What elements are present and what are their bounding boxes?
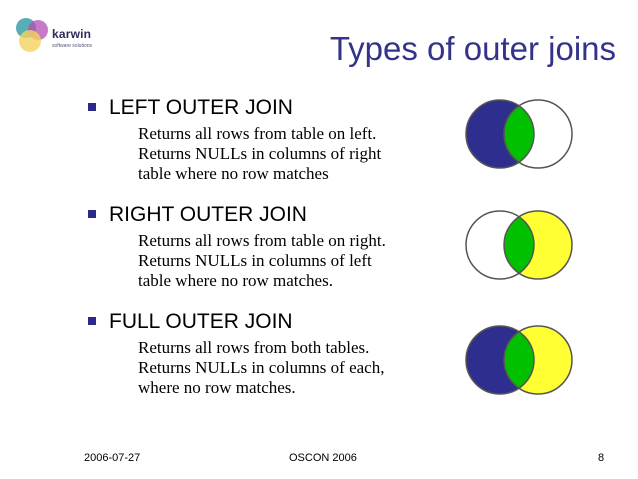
slide-title: Types of outer joins (329, 30, 616, 67)
item-right-outer-join: RIGHT OUTER JOIN Returns all rows from t… (88, 202, 468, 291)
logo: karwin software solutions (14, 14, 114, 56)
footer-page-number: 8 (598, 452, 605, 464)
description-line: Returns all rows from table on right. (138, 231, 386, 250)
bullet-icon (88, 103, 96, 111)
description-line: Returns NULLs in columns of each, (138, 358, 385, 377)
description-line: Returns all rows from both tables. (138, 338, 370, 357)
description-line: Returns NULLs in columns of left (138, 251, 372, 270)
description-line: Returns NULLs in columns of right (138, 144, 382, 163)
bullet-icon (88, 317, 96, 325)
description-line: Returns all rows from table on left. (138, 124, 377, 143)
description-line: table where no row matches. (138, 271, 333, 290)
venn-right-join-icon (462, 207, 578, 283)
venn-full-join-icon (462, 322, 578, 398)
venn-left-join-icon (462, 96, 578, 172)
logo-name: karwin (52, 27, 92, 41)
item-description: Returns all rows from table on left. Ret… (138, 124, 468, 184)
logo-tagline: software solutions (52, 43, 93, 49)
item-heading: LEFT OUTER JOIN (109, 96, 293, 119)
item-heading-row: LEFT OUTER JOIN (88, 95, 468, 121)
footer-event: OSCON 2006 (289, 452, 357, 464)
item-description: Returns all rows from table on right. Re… (138, 231, 468, 291)
item-description: Returns all rows from both tables. Retur… (138, 338, 468, 398)
description-line: table where no row matches (138, 164, 329, 183)
description-line: where no row matches. (138, 378, 296, 397)
item-left-outer-join: LEFT OUTER JOIN Returns all rows from ta… (88, 95, 468, 184)
item-full-outer-join: FULL OUTER JOIN Returns all rows from bo… (88, 309, 468, 398)
bullet-icon (88, 210, 96, 218)
footer-date: 2006-07-27 (84, 452, 141, 464)
item-heading-row: RIGHT OUTER JOIN (88, 202, 468, 228)
logo-circles-icon (16, 18, 48, 52)
item-heading-row: FULL OUTER JOIN (88, 309, 468, 335)
item-heading: FULL OUTER JOIN (109, 310, 293, 333)
item-heading: RIGHT OUTER JOIN (109, 203, 307, 226)
